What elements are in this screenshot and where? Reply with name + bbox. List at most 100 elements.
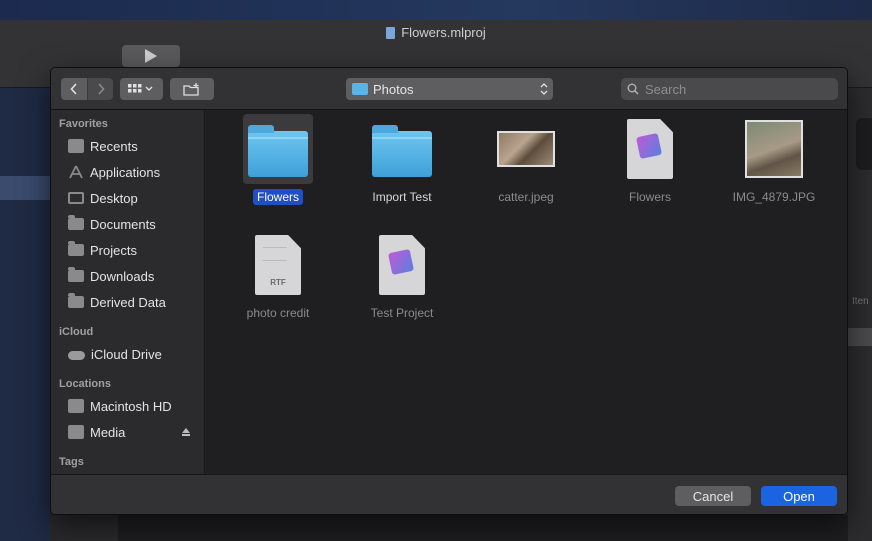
dialog-toolbar: Photos <box>51 68 847 110</box>
file-name: Import Test <box>372 190 432 204</box>
file-item[interactable]: Flowers <box>216 114 340 218</box>
image-thumbnail <box>497 131 555 167</box>
icon-grid-view <box>127 84 152 93</box>
mlproj-document-icon <box>379 235 425 295</box>
file-item[interactable]: Import Test <box>340 114 464 218</box>
folder-icon <box>352 83 368 95</box>
sidebar-item-label: Derived Data <box>90 294 166 310</box>
file-item[interactable]: catter.jpeg <box>464 114 588 218</box>
background-side-text: Iten <box>852 296 869 307</box>
open-button[interactable]: Open <box>761 486 837 506</box>
file-thumbnail: RTF <box>243 230 313 300</box>
sidebar-item-label: Recents <box>90 138 138 154</box>
background-selected-row <box>0 176 50 200</box>
recents-icon <box>68 139 84 153</box>
background-right-panel: Iten <box>848 88 872 541</box>
file-browser: Flowers Import Test catter.jpeg Flowers … <box>206 110 847 474</box>
eject-icon[interactable] <box>182 428 190 436</box>
drive-icon <box>68 425 84 439</box>
folder-icon <box>68 267 84 282</box>
image-thumbnail <box>745 120 803 178</box>
folder-icon <box>68 293 84 308</box>
sidebar-item-label: Applications <box>90 164 161 180</box>
sidebar-item-derived-data[interactable]: Derived Data <box>51 289 204 315</box>
rtf-badge: RTF <box>270 278 286 287</box>
dialog-footer: Cancel Open <box>51 474 847 514</box>
view-mode-button[interactable] <box>120 78 163 100</box>
sidebar-item-label: Downloads <box>90 268 155 284</box>
sidebar-item-icloud-drive[interactable]: iCloud Drive <box>51 341 204 367</box>
sidebar-item-label: iCloud Drive <box>91 346 162 362</box>
background-left-panel <box>0 88 50 541</box>
file-item[interactable]: IMG_4879.JPG <box>712 114 836 218</box>
sidebar-section-favorites: Favorites <box>59 118 108 130</box>
sidebar-item-macintosh-hd[interactable]: Macintosh HD <box>51 393 204 419</box>
file-thumbnail <box>491 114 561 184</box>
chevron-right-icon <box>97 83 105 95</box>
search-icon <box>627 83 639 95</box>
sidebar-item-label: Desktop <box>90 190 138 206</box>
file-thumbnail <box>367 230 437 300</box>
sidebar-item-recents[interactable]: Recents <box>51 133 204 159</box>
sidebar-item-projects[interactable]: Projects <box>51 237 204 263</box>
folder-icon <box>248 125 308 177</box>
back-button[interactable] <box>61 78 87 100</box>
sidebar-item-documents[interactable]: Documents <box>51 211 204 237</box>
background-preview-block <box>856 118 872 170</box>
file-name: photo credit <box>246 306 310 320</box>
sidebar-item-applications[interactable]: Applications <box>51 159 204 185</box>
file-thumbnail <box>615 114 685 184</box>
up-down-chevron-icon <box>540 83 548 95</box>
cancel-button[interactable]: Cancel <box>675 486 751 506</box>
folder-icon <box>68 241 84 256</box>
sidebar-item-label: Media <box>90 424 126 440</box>
document-icon <box>386 26 396 39</box>
sidebar-section-locations: Locations <box>59 378 111 390</box>
file-name: Flowers <box>252 189 303 205</box>
applications-icon <box>69 165 83 179</box>
sidebar-item-label: Projects <box>90 242 137 258</box>
file-name: catter.jpeg <box>498 190 554 204</box>
file-name: Flowers <box>628 190 671 204</box>
search-field[interactable] <box>621 78 838 100</box>
desktop-icon <box>68 192 84 204</box>
sidebar-section-tags: Tags <box>59 456 84 468</box>
chevron-left-icon <box>70 83 77 95</box>
background-window-title: Flowers.mlproj <box>0 25 872 40</box>
cloud-icon <box>68 351 85 360</box>
rtf-document-icon: RTF <box>255 235 301 295</box>
sidebar: Favorites Recents Applications Desktop D… <box>51 110 205 474</box>
background-bar <box>848 328 872 346</box>
sidebar-item-desktop[interactable]: Desktop <box>51 185 204 211</box>
location-label: Photos <box>373 81 414 97</box>
desktop-menubar-area <box>0 0 872 20</box>
file-item[interactable]: Test Project <box>340 230 464 334</box>
file-thumbnail <box>739 114 809 184</box>
sidebar-item-media[interactable]: Media <box>51 419 204 445</box>
folder-icon <box>372 125 432 177</box>
file-name: IMG_4879.JPG <box>732 190 816 204</box>
play-icon <box>145 49 157 63</box>
forward-button[interactable] <box>87 78 113 100</box>
sidebar-item-label: Documents <box>90 216 156 232</box>
play-button[interactable] <box>122 45 180 67</box>
file-thumbnail <box>367 114 437 184</box>
background-bottom-bar <box>118 515 848 541</box>
new-folder-button[interactable] <box>170 78 214 100</box>
sidebar-item-label: Macintosh HD <box>90 398 172 414</box>
file-thumbnail <box>243 114 313 184</box>
documents-icon <box>68 215 84 230</box>
file-item[interactable]: RTF photo credit <box>216 230 340 334</box>
open-file-dialog: Photos Favorites Recents Applications <box>50 67 848 515</box>
mlproj-document-icon <box>627 119 673 179</box>
sidebar-section-icloud: iCloud <box>59 326 94 338</box>
location-popup[interactable]: Photos <box>346 78 553 100</box>
new-folder-icon <box>183 82 199 96</box>
sidebar-item-downloads[interactable]: Downloads <box>51 263 204 289</box>
file-item[interactable]: Flowers <box>588 114 712 218</box>
nav-buttons <box>61 78 113 100</box>
file-name: Test Project <box>370 306 434 320</box>
search-input[interactable] <box>645 81 825 97</box>
window-title-text: Flowers.mlproj <box>401 25 486 40</box>
drive-icon <box>68 399 84 413</box>
